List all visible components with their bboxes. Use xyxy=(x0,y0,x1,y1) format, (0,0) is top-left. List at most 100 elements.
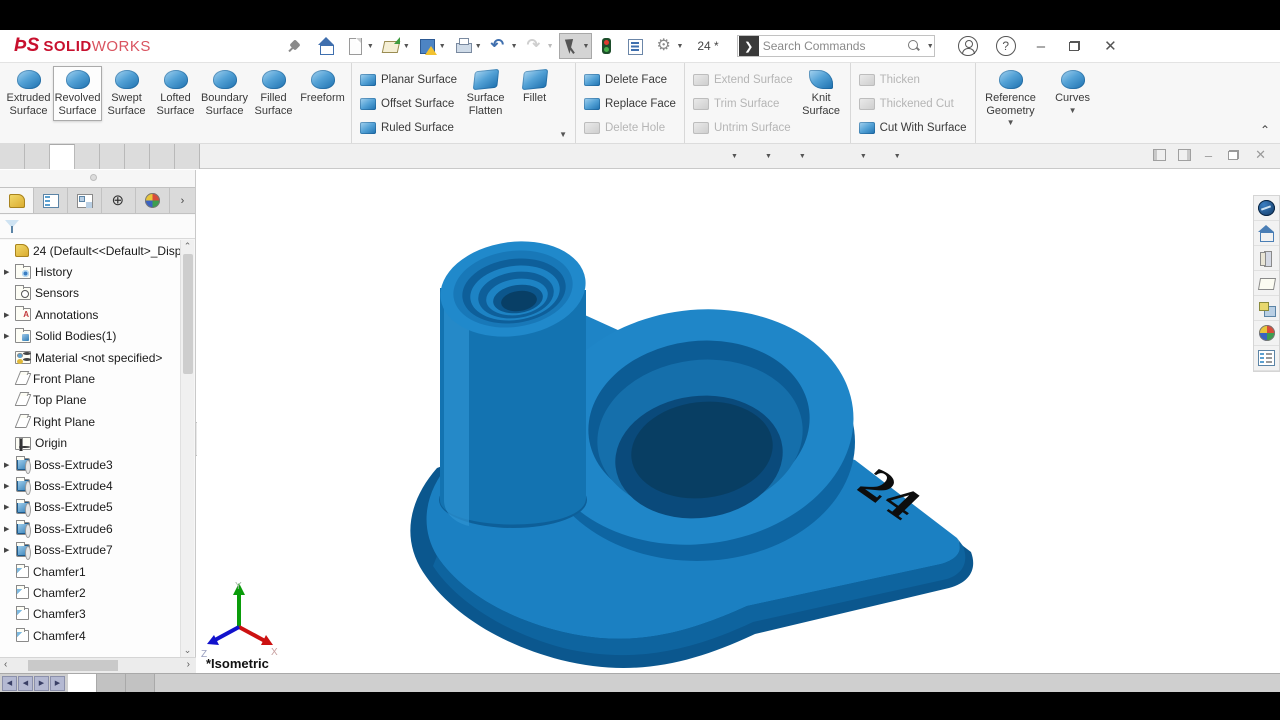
toolbar-button[interactable]: ▼ xyxy=(523,33,557,59)
ribbon-button[interactable]: Filled Surface xyxy=(249,66,298,121)
toolbar-button[interactable]: ▼ xyxy=(652,33,686,59)
bottom-tab[interactable] xyxy=(97,674,126,692)
ribbon-button[interactable]: Reference Geometry ▼ xyxy=(980,66,1042,131)
tab-configuration-manager[interactable] xyxy=(68,188,102,213)
menu-item[interactable] xyxy=(179,42,197,50)
toolbar-button[interactable]: ▼ xyxy=(487,33,521,59)
command-tab[interactable] xyxy=(175,144,200,169)
dropdown-arrow-icon[interactable]: ▼ xyxy=(403,43,410,50)
ribbon-button[interactable]: Offset Surface xyxy=(356,92,461,116)
toolbar-button[interactable]: ▼ xyxy=(379,33,413,59)
task-pane-button[interactable] xyxy=(1254,296,1279,321)
panel-grip-icon[interactable] xyxy=(90,174,97,181)
last-tab-button[interactable]: ▶ xyxy=(50,676,65,691)
tree-item[interactable]: ▶ Annotations xyxy=(0,304,180,325)
ribbon-button[interactable]: Replace Face xyxy=(580,92,680,116)
menu-item[interactable] xyxy=(251,42,269,50)
task-pane-button[interactable] xyxy=(1254,321,1279,346)
command-tab[interactable] xyxy=(100,144,125,169)
tab-property-manager[interactable] xyxy=(34,188,68,213)
scroll-up-icon[interactable]: ⌃ xyxy=(181,241,194,252)
dropdown-arrow-icon[interactable]: ▼ xyxy=(475,43,482,50)
dock-pane-right-icon[interactable] xyxy=(1178,149,1191,161)
dropdown-arrow-icon[interactable]: ▼ xyxy=(1069,106,1077,115)
filter-funnel-icon[interactable] xyxy=(5,220,19,233)
minimize-button[interactable]: – xyxy=(1025,38,1057,55)
tab-display-manager[interactable] xyxy=(136,188,170,213)
scrollbar-thumb[interactable] xyxy=(183,254,193,374)
tree-item[interactable]: ▶ Origin xyxy=(0,433,180,454)
task-pane-button[interactable] xyxy=(1254,271,1279,296)
toolbar-button[interactable]: ▼ xyxy=(415,33,449,59)
view-tool-button[interactable]: ▼ xyxy=(744,148,772,166)
tree-item[interactable]: ▶ Front Plane xyxy=(0,368,180,389)
scroll-right-icon[interactable]: › xyxy=(187,659,190,670)
ribbon-button[interactable]: Curves ▼ xyxy=(1042,66,1104,119)
ribbon-collapse-icon[interactable]: ⌃ xyxy=(1260,123,1270,137)
task-pane-button[interactable] xyxy=(1254,221,1279,246)
first-tab-button[interactable]: ◀ xyxy=(2,676,17,691)
dropdown-arrow-icon[interactable]: ▼ xyxy=(547,43,554,50)
toolbar-button[interactable]: ▼ xyxy=(559,33,593,59)
more-panel-tabs-button[interactable]: › xyxy=(170,188,195,213)
fillet-dropdown-icon[interactable]: ▼ xyxy=(559,130,571,143)
tree-item[interactable]: ▶ Top Plane xyxy=(0,390,180,411)
tree-item[interactable]: ▶ Boss-Extrude6 xyxy=(0,518,180,539)
ribbon-button[interactable]: Thickened Cut xyxy=(855,92,971,116)
close-button[interactable]: ✕ xyxy=(1092,37,1129,55)
ribbon-button[interactable]: Delete Hole xyxy=(580,116,680,140)
tree-item[interactable]: ▶ Solid Bodies(1) xyxy=(0,326,180,347)
command-tab[interactable] xyxy=(125,144,150,169)
user-account-icon[interactable] xyxy=(958,36,978,56)
toolbar-button[interactable] xyxy=(314,33,341,59)
graphics-viewport[interactable]: 24 Y X Z *Isometric xyxy=(197,170,1280,673)
view-tool-button[interactable] xyxy=(575,148,596,166)
dropdown-arrow-icon[interactable]: ▼ xyxy=(799,153,806,160)
ribbon-button[interactable]: Extend Surface xyxy=(689,68,797,92)
scroll-down-icon[interactable]: ⌄ xyxy=(181,645,194,656)
tree-root-item[interactable]: ▶ 24 (Default<<Default>_Disp xyxy=(0,240,180,261)
menu-item[interactable] xyxy=(197,42,215,50)
tree-filter-row[interactable] xyxy=(0,215,195,239)
search-icon[interactable] xyxy=(908,40,920,52)
view-tool-button[interactable]: ▼ xyxy=(710,148,738,166)
tree-item[interactable]: ▶ Chamfer2 xyxy=(0,582,180,603)
ribbon-button[interactable]: Surface Flatten xyxy=(461,66,510,121)
dropdown-arrow-icon[interactable]: ▼ xyxy=(731,153,738,160)
toolbar-button[interactable] xyxy=(623,33,650,59)
tree-item[interactable]: ▶ Material <not specified> xyxy=(0,347,180,368)
pin-menu-icon[interactable] xyxy=(289,39,303,53)
ribbon-button[interactable]: Extruded Surface xyxy=(4,66,53,121)
tree-item[interactable]: ▶ Chamfer4 xyxy=(0,625,180,646)
dropdown-arrow-icon[interactable]: ▼ xyxy=(894,153,901,160)
ribbon-button[interactable]: Planar Surface xyxy=(356,68,461,92)
doc-close-button[interactable]: ✕ xyxy=(1247,147,1274,163)
command-tab[interactable] xyxy=(150,144,175,169)
menu-item[interactable] xyxy=(233,42,251,50)
search-commands-box[interactable]: ❯ Search Commands ▼ xyxy=(737,35,935,57)
bottom-tab[interactable] xyxy=(126,674,155,692)
ribbon-button[interactable]: Boundary Surface xyxy=(200,66,249,121)
ribbon-button[interactable]: Untrim Surface xyxy=(689,116,797,140)
scroll-left-icon[interactable]: ‹ xyxy=(4,659,7,670)
menu-item[interactable] xyxy=(215,42,233,50)
search-launch-icon[interactable]: ❯ xyxy=(739,36,759,56)
tree-item[interactable]: ▶ Sensors xyxy=(0,283,180,304)
ribbon-button[interactable]: Lofted Surface xyxy=(151,66,200,121)
tab-dimxpert-manager[interactable] xyxy=(102,188,136,213)
next-tab-button[interactable]: ▶ xyxy=(34,676,49,691)
ribbon-button[interactable]: Ruled Surface xyxy=(356,116,461,140)
dropdown-arrow-icon[interactable]: ▼ xyxy=(439,43,446,50)
dropdown-arrow-icon[interactable]: ▼ xyxy=(1007,118,1015,127)
view-tool-button[interactable] xyxy=(656,148,677,166)
tree-item[interactable]: ▶ Boss-Extrude4 xyxy=(0,475,180,496)
restore-button[interactable] xyxy=(1057,38,1092,55)
doc-minimize-button[interactable]: – xyxy=(1197,148,1220,163)
ribbon-button[interactable]: Delete Face xyxy=(580,68,680,92)
dropdown-arrow-icon[interactable]: ▼ xyxy=(583,43,590,50)
scrollbar-thumb[interactable] xyxy=(28,660,118,671)
view-tool-button[interactable] xyxy=(812,148,833,166)
toolbar-button[interactable]: ▼ xyxy=(343,33,377,59)
toolbar-button[interactable] xyxy=(594,33,621,59)
dropdown-arrow-icon[interactable]: ▼ xyxy=(765,153,772,160)
